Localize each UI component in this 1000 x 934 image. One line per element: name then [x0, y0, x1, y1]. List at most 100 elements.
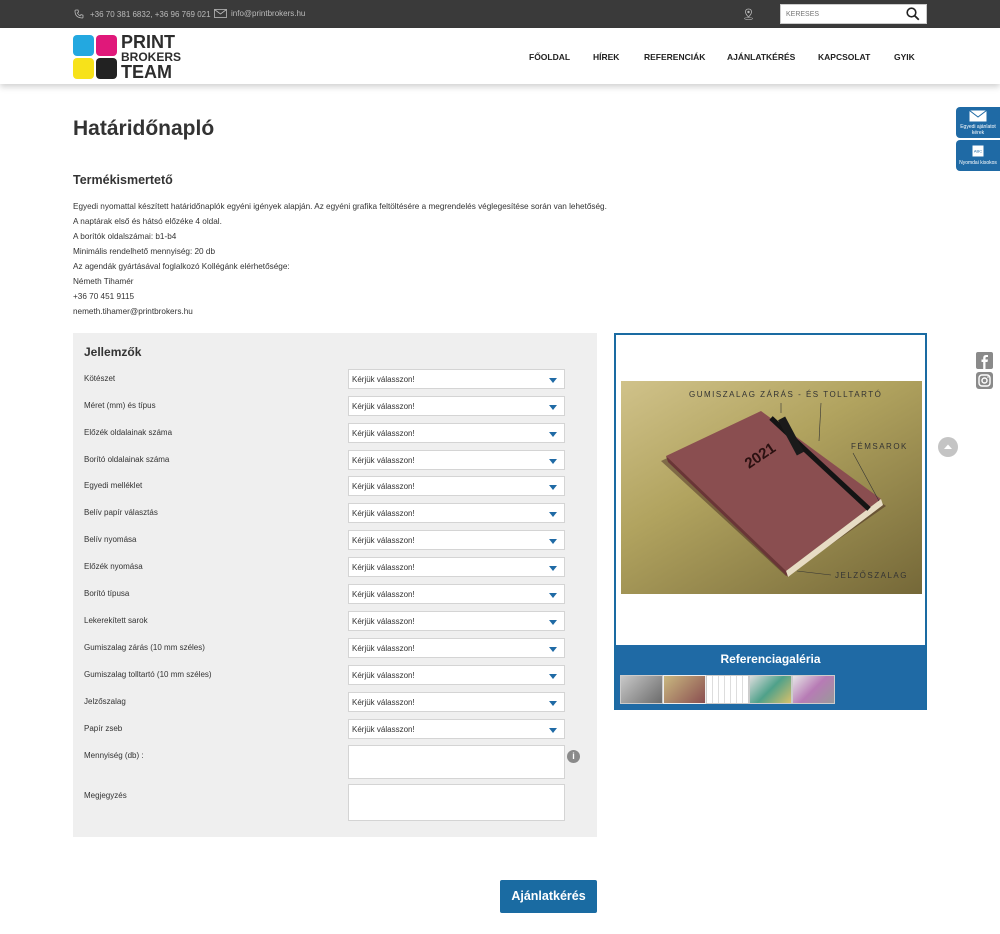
cover-type-select[interactable]: Kérjük válasszon! [348, 584, 565, 604]
field-label: Borító típusa [84, 589, 130, 598]
select-value: Kérjük válasszon! [352, 482, 415, 491]
email-link[interactable]: info@printbrokers.hu [231, 9, 305, 18]
binding-select[interactable]: Kérjük válasszon! [348, 369, 565, 389]
image-label-ribbon: JELZŐSZALAG [835, 571, 908, 580]
select-value: Kérjük válasszon! [352, 402, 415, 411]
side-tab-print-calc[interactable]: ABC Nyomdai kisokos [956, 140, 1000, 171]
inner-paper-select[interactable]: Kérjük válasszon! [348, 503, 565, 523]
gallery-thumbnail[interactable] [749, 675, 792, 704]
field-label: Belív papír választás [84, 508, 158, 517]
description-line: Minimális rendelhető mennyiség: 20 db [73, 247, 215, 256]
select-value: Kérjük válasszon! [352, 590, 415, 599]
phone-numbers[interactable]: +36 70 381 6832, +36 96 769 021 [90, 10, 211, 19]
cover-pages-select[interactable]: Kérjük válasszon! [348, 450, 565, 470]
inner-printing-select[interactable]: Kérjük válasszon! [348, 530, 565, 550]
chevron-down-icon [549, 674, 557, 679]
form-row: Belív nyomása Kérjük válasszon! [84, 530, 574, 550]
form-row: Előzék nyomása Kérjük válasszon! [84, 557, 574, 577]
quantity-label: Mennyiség (db) : [84, 751, 144, 760]
gallery-thumbnail[interactable] [620, 675, 663, 704]
facebook-icon[interactable] [976, 352, 993, 369]
chevron-down-icon [549, 378, 557, 383]
description-line: Egyedi nyomattal készített határidőnapló… [73, 202, 607, 211]
field-label: Papír zseb [84, 724, 123, 733]
form-row: Lekerekített sarok Kérjük válasszon! [84, 611, 574, 631]
select-value: Kérjük válasszon! [352, 536, 415, 545]
contact-name: Németh Tihamér [73, 277, 134, 286]
nav-news[interactable]: HÍREK [593, 52, 619, 62]
chevron-down-icon [549, 593, 557, 598]
paper-pocket-select[interactable]: Kérjük válasszon! [348, 719, 565, 739]
form-row: Egyedi melléklet Kérjük válasszon! [84, 476, 574, 496]
rounded-corner-select[interactable]: Kérjük válasszon! [348, 611, 565, 631]
side-tab-quote-label: Egyedi ajánlatot kérek [960, 124, 996, 136]
chevron-down-icon [549, 512, 557, 517]
nav-home[interactable]: FŐOLDAL [529, 52, 570, 62]
select-value: Kérjük válasszon! [352, 644, 415, 653]
info-icon[interactable]: i [567, 750, 580, 763]
gallery-thumbnail[interactable] [792, 675, 835, 704]
location-icon[interactable] [743, 8, 754, 22]
gallery-main-image[interactable]: 2021 GUMISZALAG ZÁRÁS - ÉS TOLLTARTÓ FÉM… [621, 381, 922, 594]
select-value: Kérjük válasszon! [352, 456, 415, 465]
product-description: Egyedi nyomattal készített határidőnapló… [73, 199, 607, 319]
form-row: Gumiszalag zárás (10 mm széles) Kérjük vá… [84, 638, 574, 658]
quote-request-button[interactable]: Ajánlatkérés [500, 880, 597, 913]
envelope-icon [214, 9, 227, 18]
image-label-corner: FÉMSAROK [851, 442, 908, 451]
chevron-down-icon [549, 701, 557, 706]
field-label: Borító oldalainak száma [84, 455, 170, 464]
search-input[interactable] [781, 5, 901, 23]
contact-phone[interactable]: +36 70 451 9115 [73, 289, 607, 304]
custom-insert-select[interactable]: Kérjük válasszon! [348, 476, 565, 496]
form-row: Jelzőszalag Kérjük válasszon! [84, 692, 574, 712]
field-label: Előzék oldalainak száma [84, 428, 173, 437]
instagram-icon[interactable] [976, 372, 993, 389]
image-label-strap: GUMISZALAG ZÁRÁS - ÉS TOLLTARTÓ [689, 390, 882, 399]
field-label: Egyedi melléklet [84, 481, 143, 490]
nav-faq[interactable]: GYIK [894, 52, 915, 62]
logo-text: PRINT BROKERS TEAM [121, 33, 181, 81]
select-value: Kérjük válasszon! [352, 375, 415, 384]
form-row: Gumiszalag tolltartó (10 mm széles) Kérjü… [84, 665, 574, 685]
select-value: Kérjük válasszon! [352, 725, 415, 734]
field-label: Kötészet [84, 374, 116, 383]
nav-references[interactable]: REFERENCIÁK [644, 52, 705, 62]
chevron-down-icon [549, 728, 557, 733]
logo-mark [73, 35, 117, 80]
field-label: Jelzőszalag [84, 697, 126, 706]
form-row: Borító típusa Kérjük válasszon! [84, 584, 574, 604]
email-contact: info@printbrokers.hu [214, 9, 305, 18]
contact-email[interactable]: nemeth.tihamer@printbrokers.hu [73, 304, 607, 319]
logo[interactable]: PRINT BROKERS TEAM [73, 33, 181, 81]
scroll-to-top-button[interactable] [938, 437, 958, 457]
field-label: Gumiszalag tolltartó (10 mm széles) [84, 670, 212, 679]
select-value: Kérjük válasszon! [352, 429, 415, 438]
side-tab-quote[interactable]: Egyedi ajánlatot kérek [956, 107, 1000, 138]
form-title: Jellemzők [84, 345, 142, 359]
chevron-down-icon [549, 566, 557, 571]
gallery-thumbnail-active[interactable] [663, 675, 706, 704]
pen-holder-select[interactable]: Kérjük válasszon! [348, 665, 565, 685]
endpaper-printing-select[interactable]: Kérjük válasszon! [348, 557, 565, 577]
select-value: Kérjük válasszon! [352, 671, 415, 680]
gallery-thumbnail[interactable] [706, 675, 749, 704]
note-label: Megjegyzés [84, 791, 127, 800]
chevron-down-icon [549, 647, 557, 652]
search-icon[interactable] [906, 7, 920, 23]
nav-contact[interactable]: KAPCSOLAT [818, 52, 870, 62]
nav-quote-request[interactable]: AJÁNLATKÉRÉS [727, 52, 795, 62]
description-line: A borítók oldalszámai: b1-b4 [73, 232, 177, 241]
form-row: Előzék oldalainak száma Kérjük válasszon! [84, 423, 574, 443]
chevron-down-icon [549, 539, 557, 544]
chevron-up-icon [944, 444, 952, 449]
envelope-icon [969, 110, 987, 122]
size-type-select[interactable]: Kérjük válasszon! [348, 396, 565, 416]
note-textarea[interactable] [348, 784, 565, 821]
bookmark-ribbon-select[interactable]: Kérjük válasszon! [348, 692, 565, 712]
endpaper-pages-select[interactable]: Kérjük válasszon! [348, 423, 565, 443]
quantity-input[interactable] [348, 745, 565, 779]
form-row: Méret (mm) és típus Kérjük válasszon! [84, 396, 574, 416]
elastic-closure-select[interactable]: Kérjük válasszon! [348, 638, 565, 658]
chevron-down-icon [549, 405, 557, 410]
